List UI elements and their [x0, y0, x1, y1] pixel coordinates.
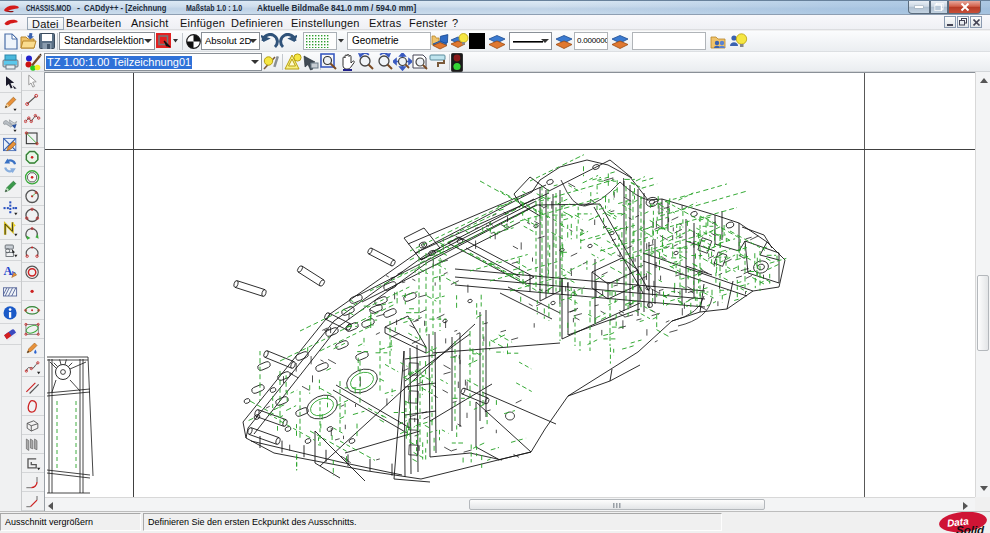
- svg-text:Solid: Solid: [956, 524, 985, 533]
